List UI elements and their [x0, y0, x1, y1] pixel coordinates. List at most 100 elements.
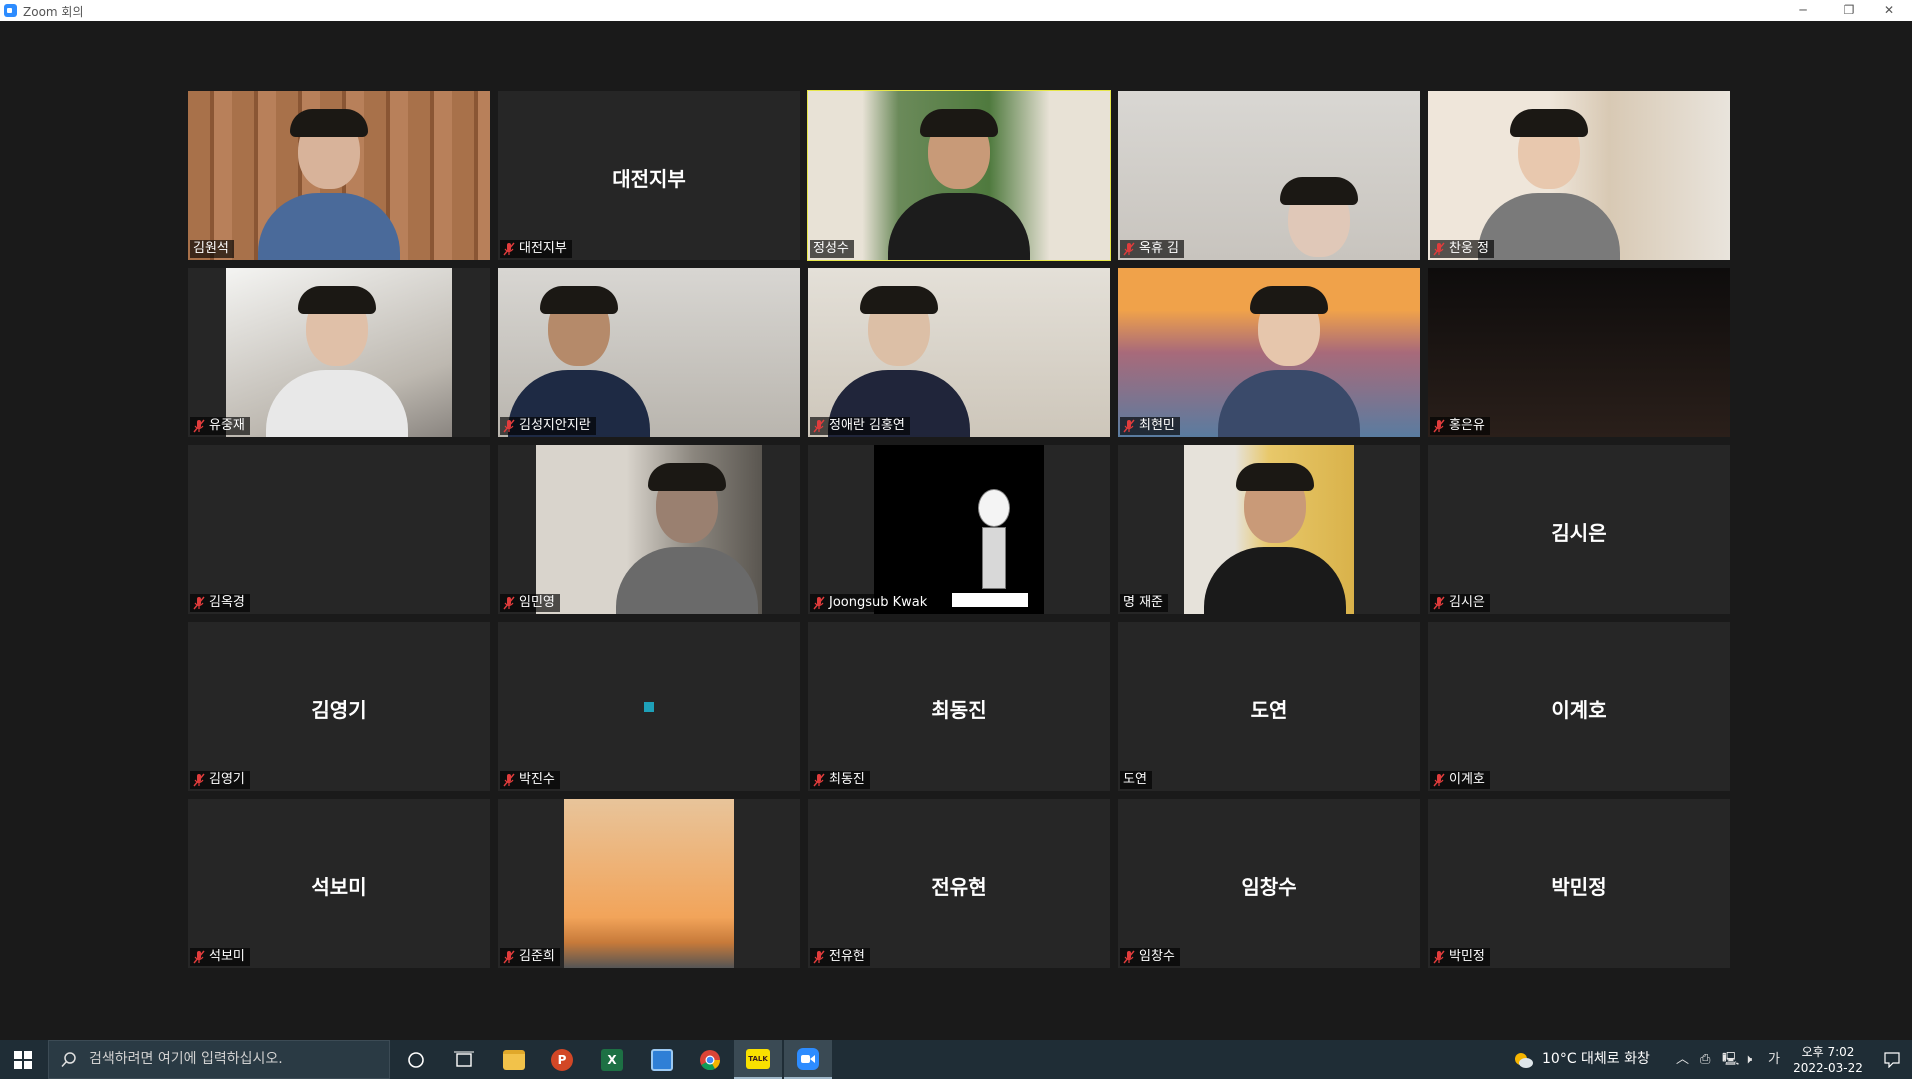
participant-name: 김영기 [209, 772, 245, 787]
participant-tile[interactable]: 박민정 박민정 [1428, 799, 1730, 968]
participant-tile[interactable]: 전유현 전유현 [808, 799, 1110, 968]
participant-label: 도연 [1120, 771, 1152, 789]
participant-video [1184, 445, 1354, 614]
participant-tile[interactable]: 옥휴 김 [1118, 91, 1420, 260]
show-hidden-icons-chevron-icon[interactable]: ︿ [1676, 1040, 1689, 1079]
participant-video [498, 268, 800, 437]
participant-video [564, 799, 734, 968]
microphone-muted-icon [813, 419, 825, 433]
task-view-icon [454, 1051, 474, 1067]
participant-label: 이계호 [1430, 771, 1490, 789]
chrome-button[interactable] [686, 1040, 734, 1079]
participant-label: 박진수 [500, 771, 560, 789]
powerpoint-button[interactable]: P [538, 1040, 586, 1079]
minimize-button[interactable]: ─ [1780, 0, 1826, 21]
participant-label: 옥휴 김 [1120, 240, 1185, 258]
participant-tile[interactable]: 정애란 김홍연 [808, 268, 1110, 437]
participant-name: 이계호 [1449, 772, 1485, 787]
participant-name: 박진수 [519, 772, 555, 787]
participant-video [1428, 91, 1730, 260]
task-view-button[interactable] [440, 1040, 488, 1079]
participant-name: 도연 [1123, 772, 1147, 787]
participant-tile[interactable]: 박진수 [498, 622, 800, 791]
participant-name-display: 석보미 [311, 875, 367, 899]
microphone-muted-icon [1123, 242, 1135, 256]
participant-tile[interactable]: 명 재준 [1118, 445, 1420, 614]
microphone-muted-icon [193, 950, 205, 964]
participant-tile[interactable]: 도연 도연 [1118, 622, 1420, 791]
folder-icon [503, 1049, 525, 1070]
meet-now-icon[interactable]: ⎙ [1700, 1040, 1710, 1079]
microphone-muted-icon [193, 419, 205, 433]
participant-name: 김원석 [193, 241, 229, 256]
participant-tile[interactable]: 김영기 김영기 [188, 622, 490, 791]
participant-tile[interactable]: 임민영 [498, 445, 800, 614]
participant-name: 전유현 [829, 949, 865, 964]
weather-widget[interactable]: 10°C 대체로 화창 [1512, 1040, 1650, 1079]
zoom-app-button[interactable] [784, 1040, 832, 1079]
participant-tile[interactable]: 이계호 이계호 [1428, 622, 1730, 791]
participant-label: 찬웅 정 [1430, 240, 1495, 258]
network-icon[interactable]: 🖳 [1722, 1040, 1739, 1079]
participant-tile[interactable]: 김시은 김시은 [1428, 445, 1730, 614]
participant-label: 임민영 [500, 594, 560, 612]
microphone-muted-icon [503, 242, 515, 256]
participant-video [536, 445, 762, 614]
microphone-muted-icon [1123, 950, 1135, 964]
participant-video [1428, 268, 1730, 437]
file-explorer-button[interactable] [490, 1040, 538, 1079]
microphone-muted-icon [1433, 419, 1445, 433]
participant-tile[interactable]: 대전지부 대전지부 [498, 91, 800, 260]
participant-tile[interactable]: Joongsub Kwak [808, 445, 1110, 614]
participant-tile[interactable]: 최동진 최동진 [808, 622, 1110, 791]
close-button[interactable]: ✕ [1866, 0, 1912, 21]
participant-name: 임민영 [519, 595, 555, 610]
participant-label: 박민정 [1430, 948, 1490, 966]
participant-name: 홍은유 [1449, 418, 1485, 433]
participant-name: 정성수 [813, 241, 849, 256]
excel-button[interactable]: X [588, 1040, 636, 1079]
participant-tile[interactable]: 김준희 [498, 799, 800, 968]
participant-name-display: 김영기 [311, 698, 367, 722]
microphone-muted-icon [1123, 419, 1135, 433]
participant-name: 최현민 [1139, 418, 1175, 433]
participant-tile[interactable]: 김옥경 [188, 445, 490, 614]
participant-name: 김성지안지란 [519, 418, 591, 433]
participant-label: 유중재 [190, 417, 250, 435]
participant-video [808, 91, 1110, 260]
powerpoint-icon: P [551, 1048, 573, 1071]
participant-name: 임창수 [1139, 949, 1175, 964]
start-button[interactable] [0, 1040, 46, 1079]
participant-name: 김준희 [519, 949, 555, 964]
calculator-button[interactable] [638, 1040, 686, 1079]
system-clock[interactable]: 오후 7:02 2022-03-22 [1788, 1044, 1868, 1076]
participant-tile[interactable]: 김성지안지란 [498, 268, 800, 437]
zoom-app-icon [797, 1047, 819, 1070]
participant-tile[interactable]: 석보미 석보미 [188, 799, 490, 968]
participant-name: 김옥경 [209, 595, 245, 610]
cortana-button[interactable] [392, 1040, 440, 1079]
participant-tile[interactable]: 유중재 [188, 268, 490, 437]
participant-name-display: 전유현 [931, 875, 987, 899]
ime-indicator[interactable]: 가 [1768, 1040, 1780, 1079]
taskbar-search-box[interactable]: 검색하려면 여기에 입력하십시오. [48, 1040, 390, 1079]
participant-tile[interactable]: 찬웅 정 [1428, 91, 1730, 260]
volume-muted-icon[interactable]: 🕨 [1744, 1040, 1752, 1079]
participant-name-display: 대전지부 [612, 167, 686, 191]
weather-text: 10°C 대체로 화창 [1542, 1051, 1650, 1067]
participant-tile[interactable]: 김원석 [188, 91, 490, 260]
microphone-muted-icon [503, 596, 515, 610]
participant-tile[interactable]: 홍은유 [1428, 268, 1730, 437]
microphone-muted-icon [813, 950, 825, 964]
participant-tile[interactable]: 정성수 [807, 90, 1111, 261]
zoom-logo-icon [4, 4, 17, 17]
notification-center-button[interactable] [1872, 1040, 1912, 1079]
participant-name: 김시은 [1449, 595, 1485, 610]
kakaotalk-button[interactable]: TALK [734, 1040, 782, 1079]
microphone-muted-icon [1433, 242, 1445, 256]
search-placeholder: 검색하려면 여기에 입력하십시오. [89, 1051, 283, 1067]
participant-tile[interactable]: 최현민 [1118, 268, 1420, 437]
participant-name-display: 박민정 [1551, 875, 1607, 899]
participant-name-display: 도연 [1250, 698, 1288, 722]
participant-tile[interactable]: 임창수 임창수 [1118, 799, 1420, 968]
